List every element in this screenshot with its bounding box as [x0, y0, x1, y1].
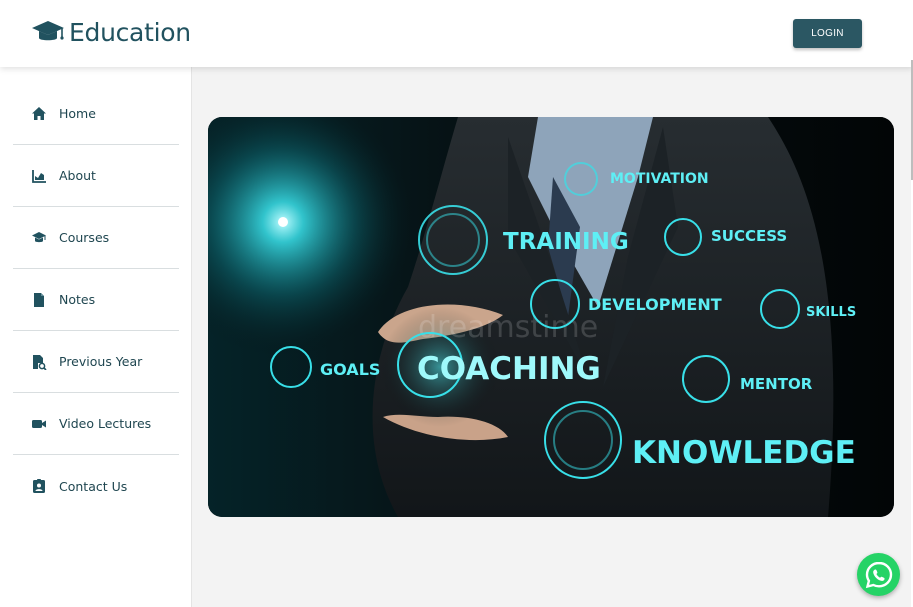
keyword-motivation: MOTIVATION: [610, 171, 709, 187]
sidebar-item-home[interactable]: Home: [13, 83, 179, 145]
sidebar-item-courses[interactable]: Courses: [13, 207, 179, 269]
sidebar-item-previous-year[interactable]: Previous Year: [13, 331, 179, 393]
sidebar-item-about[interactable]: About: [13, 145, 179, 207]
brand-title: Education: [69, 17, 191, 47]
keyword-skills: SKILLS: [806, 305, 856, 320]
video-icon: [31, 416, 47, 432]
sidebar-item-label: Video Lectures: [59, 416, 152, 431]
login-button[interactable]: LOGIN: [793, 19, 862, 48]
sidebar-item-label: Contact Us: [59, 478, 128, 494]
contact-card-icon: [31, 478, 47, 494]
sidebar-item-notes[interactable]: Notes: [13, 269, 179, 331]
keyword-development: DEVELOPMENT: [588, 295, 722, 314]
sidebar-item-label: Courses: [59, 230, 110, 245]
sidebar-item-label: Previous Year: [59, 354, 143, 369]
whatsapp-icon: [865, 561, 892, 588]
sidebar-item-video-lectures[interactable]: Video Lectures: [13, 393, 179, 455]
sidebar-item-label: Home: [59, 106, 96, 121]
file-search-icon: [31, 354, 47, 370]
sidebar-item-contact-us[interactable]: Contact Us: [13, 455, 179, 517]
brand[interactable]: Education: [31, 17, 191, 47]
watermark-text: dreamstime: [418, 310, 598, 345]
chart-icon: [31, 168, 47, 184]
sidebar: Home About Courses Notes Previous Year V…: [0, 67, 192, 607]
keyword-goals: GOALS: [320, 360, 380, 379]
keyword-success: SUCCESS: [711, 227, 787, 245]
coaching-illustration: dreamstime MOTIVATION TRAINING SUCCESS D…: [208, 117, 894, 517]
graduation-cap-icon: [31, 230, 47, 246]
sidebar-item-label: About: [59, 168, 96, 183]
keyword-mentor: MENTOR: [740, 375, 813, 393]
graduation-cap-icon: [32, 21, 64, 41]
hero-banner-image: dreamstime MOTIVATION TRAINING SUCCESS D…: [208, 117, 894, 517]
top-header: Education LOGIN: [0, 0, 913, 67]
sidebar-item-label: Notes: [59, 292, 96, 307]
keyword-training: TRAINING: [503, 229, 629, 255]
whatsapp-chat-button[interactable]: [857, 553, 900, 596]
keyword-knowledge: KNOWLEDGE: [632, 435, 856, 471]
home-icon: [31, 106, 47, 122]
file-icon: [31, 292, 47, 308]
keyword-coaching: COACHING: [417, 351, 601, 387]
